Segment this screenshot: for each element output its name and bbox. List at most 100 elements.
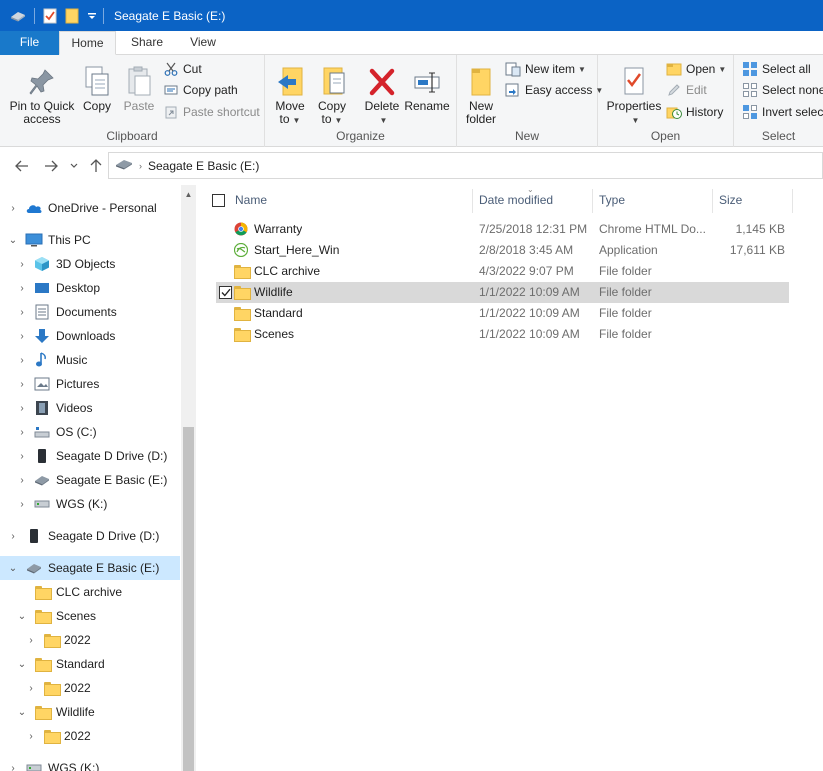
chevron-right-icon[interactable]: › [7,530,19,542]
file-row-warranty[interactable]: Warranty 7/25/2018 12:31 PM Chrome HTML … [216,219,789,240]
easy-access-button[interactable]: Easy access ▼ [505,80,603,100]
nav-item-desktop[interactable]: › Desktop [0,276,180,300]
properties-button[interactable]: Properties ▼ [604,59,664,127]
nav-item-wildlife[interactable]: ⌄ Wildlife [0,700,180,724]
nav-item-seagate-e[interactable]: › Seagate E Basic (E:) [0,468,180,492]
scrollbar-thumb[interactable] [183,427,194,771]
paste-shortcut-icon [163,104,179,120]
chevron-right-icon[interactable]: › [25,634,37,646]
chevron-right-icon[interactable]: › [7,202,19,214]
edit-button[interactable]: Edit [666,80,707,100]
properties-quick-icon[interactable] [43,8,57,24]
nav-item-videos[interactable]: › Videos [0,396,180,420]
tab-file[interactable]: File [0,31,59,55]
column-header-name[interactable]: Name [235,185,267,215]
nav-item-wgs-k-root[interactable]: › WGS (K:) [0,756,180,771]
file-row-start-here-win[interactable]: Start_Here_Win 2/8/2018 3:45 AM Applicat… [216,240,789,261]
drive-icon [33,472,51,488]
chevron-right-icon[interactable]: › [16,426,28,438]
nav-item-seagate-d-root[interactable]: › Seagate D Drive (D:) [0,524,180,548]
column-header-type[interactable]: Type [599,185,625,215]
nav-item-seagate-e-root[interactable]: ⌄ Seagate E Basic (E:) [0,556,180,580]
invert-selection-button[interactable]: Invert select [742,102,823,122]
nav-item-pictures[interactable]: › Pictures [0,372,180,396]
cut-button[interactable]: Cut [163,59,202,79]
chevron-right-icon[interactable]: › [16,378,28,390]
nav-item-wgs-k[interactable]: › WGS (K:) [0,492,180,516]
copy-path-button[interactable]: Copy path [163,80,238,100]
nav-scrollbar[interactable]: ▲ [181,185,196,771]
nav-item-documents[interactable]: › Documents [0,300,180,324]
chevron-right-icon[interactable]: › [16,450,28,462]
pin-to-quick-access-button[interactable]: Pin to Quick access [6,59,78,126]
chevron-down-icon[interactable]: ⌄ [16,610,28,622]
rename-button[interactable]: Rename [403,59,451,113]
chevron-down-icon[interactable]: ⌄ [7,234,19,246]
back-arrow-icon[interactable] [12,156,32,176]
nav-item-scenes-2022[interactable]: › 2022 [0,628,180,652]
paste-shortcut-button[interactable]: Paste shortcut [163,102,260,122]
open-button[interactable]: Open ▼ [666,59,726,79]
address-bar[interactable]: › Seagate E Basic (E:) [108,152,823,179]
chevron-right-icon[interactable]: › [16,330,28,342]
tab-view[interactable]: View [178,31,228,55]
up-arrow-icon[interactable] [86,156,106,176]
address-path[interactable]: Seagate E Basic (E:) [148,159,259,173]
chevron-down-icon[interactable]: ⌄ [7,562,19,574]
file-row-wildlife[interactable]: Wildlife 1/1/2022 10:09 AM File folder [216,282,789,303]
recent-locations-chevron-down-icon[interactable] [64,156,84,176]
move-to-button[interactable]: Move to ▼ [271,59,309,127]
chevron-right-icon[interactable]: › [16,282,28,294]
chevron-right-icon[interactable]: › [16,354,28,366]
select-all-button[interactable]: Select all [742,59,811,79]
file-row-standard[interactable]: Standard 1/1/2022 10:09 AM File folder [216,303,789,324]
file-name: CLC archive [254,264,321,278]
select-none-button[interactable]: Select none [742,80,823,100]
tab-share[interactable]: Share [118,31,176,55]
nav-item-standard[interactable]: ⌄ Standard [0,652,180,676]
address-chevron-right-icon[interactable]: › [139,161,142,171]
nav-item-os-c[interactable]: › OS (C:) [0,420,180,444]
forward-arrow-icon[interactable] [41,156,61,176]
nav-item-seagate-d[interactable]: › Seagate D Drive (D:) [0,444,180,468]
nav-item-downloads[interactable]: › Downloads [0,324,180,348]
videos-film-icon [33,400,51,416]
column-header-size[interactable]: Size [719,185,742,215]
chevron-right-icon[interactable]: › [7,762,19,771]
file-row-scenes[interactable]: Scenes 1/1/2022 10:09 AM File folder [216,324,789,345]
chevron-right-icon[interactable]: › [16,498,28,510]
chevron-right-icon[interactable]: › [16,474,28,486]
chevron-down-icon[interactable]: ⌄ [16,658,28,670]
nav-item-music[interactable]: › Music [0,348,180,372]
nav-item-wildlife-2022[interactable]: › 2022 [0,724,180,748]
chevron-right-icon[interactable]: › [25,730,37,742]
history-button[interactable]: History [666,102,723,122]
column-header-size-label: Size [719,193,743,207]
new-folder-button[interactable]: New folder [461,59,501,126]
select-all-checkbox[interactable] [212,194,225,207]
copy-to-button[interactable]: Copy to ▼ [313,59,351,127]
scroll-up-arrow-icon[interactable]: ▲ [181,187,196,202]
tab-home[interactable]: Home [59,31,116,55]
nav-item-scenes[interactable]: ⌄ Scenes [0,604,180,628]
nav-item-standard-2022[interactable]: › 2022 [0,676,180,700]
chevron-right-icon[interactable]: › [16,306,28,318]
column-header-date-modified[interactable]: Date modified [479,185,553,215]
chevron-right-icon[interactable]: › [25,682,37,694]
nav-item-3d-objects[interactable]: › 3D Objects [0,252,180,276]
new-folder-quick-icon[interactable] [65,8,79,24]
file-row-clc-archive[interactable]: CLC archive 4/3/2022 9:07 PM File folder [216,261,789,282]
nav-item-onedrive[interactable]: › OneDrive - Personal [0,196,180,220]
chevron-down-icon[interactable]: ⌄ [16,706,28,718]
paste-button[interactable]: Paste [120,59,158,113]
copy-button[interactable]: Copy [80,59,114,113]
nav-item-clc-archive[interactable]: CLC archive [0,580,180,604]
customize-quick-access-icon[interactable] [87,12,97,20]
chevron-right-icon[interactable]: › [16,402,28,414]
new-item-button[interactable]: New item ▼ [505,59,586,79]
delete-button[interactable]: Delete ▼ [363,59,401,127]
nav-label: Seagate D Drive (D:) [48,529,160,543]
nav-item-this-pc[interactable]: ⌄ This PC [0,228,180,252]
chevron-right-icon[interactable]: › [16,258,28,270]
row-checkbox[interactable] [219,286,232,299]
